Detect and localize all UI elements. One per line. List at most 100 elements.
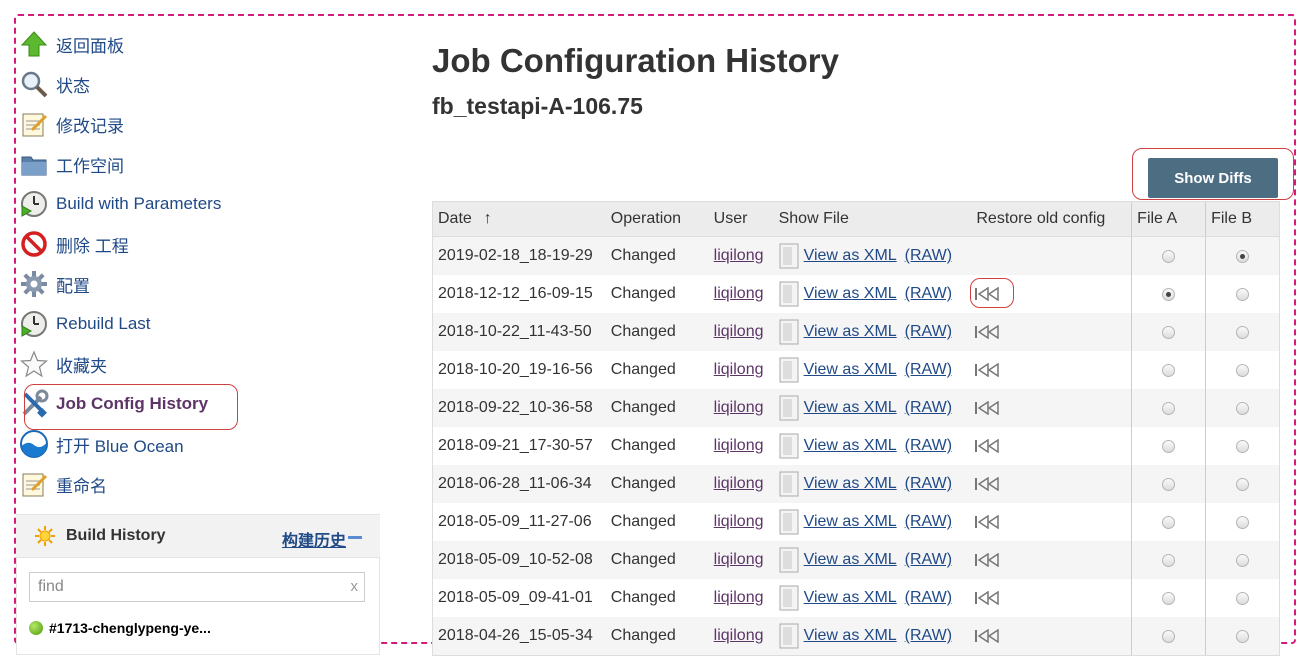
file-b-radio[interactable] <box>1236 439 1250 453</box>
user-link[interactable]: liqilong <box>714 247 764 265</box>
restore-icon[interactable] <box>974 591 1000 605</box>
raw-link[interactable]: (RAW) <box>905 475 952 493</box>
raw-link[interactable]: (RAW) <box>905 247 952 265</box>
sidebar-item-5[interactable]: 删除 工程 <box>18 224 129 264</box>
view-as-xml-link[interactable]: View as XML <box>804 323 897 341</box>
view-as-xml-link[interactable]: View as XML <box>804 437 897 455</box>
user-link[interactable]: liqilong <box>714 437 764 455</box>
user-link[interactable]: liqilong <box>714 285 764 303</box>
file-b-radio[interactable] <box>1236 629 1250 643</box>
file-a-radio[interactable] <box>1162 363 1176 377</box>
restore-icon[interactable] <box>974 363 1000 377</box>
file-b-radio[interactable] <box>1236 515 1250 529</box>
sidebar-item-label[interactable]: Build with Parameters <box>56 194 221 214</box>
row-file-b-cell <box>1205 351 1279 389</box>
col-user-header[interactable]: User <box>709 202 774 236</box>
file-a-radio[interactable] <box>1162 287 1176 301</box>
raw-link[interactable]: (RAW) <box>905 551 952 569</box>
raw-link[interactable]: (RAW) <box>905 399 952 417</box>
sidebar-item-7[interactable]: Rebuild Last <box>18 304 151 344</box>
sidebar-item-4[interactable]: Build with Parameters <box>18 184 221 224</box>
sort-asc-icon[interactable]: ↑ <box>484 210 492 228</box>
user-link[interactable]: liqilong <box>714 475 764 493</box>
user-link[interactable]: liqilong <box>714 399 764 417</box>
restore-icon[interactable] <box>974 439 1000 453</box>
sidebar-item-label[interactable]: 状态 <box>56 72 90 97</box>
sidebar-item-label[interactable]: 配置 <box>56 272 90 297</box>
user-link[interactable]: liqilong <box>714 589 764 607</box>
build-name[interactable]: #1713-chenglypeng-ye... <box>49 620 211 636</box>
sidebar-item-label[interactable]: 工作空间 <box>56 152 124 177</box>
file-a-radio[interactable] <box>1162 439 1176 453</box>
user-link[interactable]: liqilong <box>714 551 764 569</box>
restore-icon[interactable] <box>974 325 1000 339</box>
view-as-xml-link[interactable]: View as XML <box>804 399 897 417</box>
sidebar-item-label[interactable]: 返回面板 <box>56 32 124 57</box>
user-link[interactable]: liqilong <box>714 323 764 341</box>
file-b-radio[interactable] <box>1236 477 1250 491</box>
file-a-radio[interactable] <box>1162 477 1176 491</box>
user-link[interactable]: liqilong <box>714 513 764 531</box>
file-b-radio[interactable] <box>1236 287 1250 301</box>
file-b-radio[interactable] <box>1236 249 1250 263</box>
file-a-radio[interactable] <box>1162 553 1176 567</box>
view-as-xml-link[interactable]: View as XML <box>804 589 897 607</box>
raw-link[interactable]: (RAW) <box>905 589 952 607</box>
file-a-radio[interactable] <box>1162 591 1176 605</box>
view-as-xml-link[interactable]: View as XML <box>804 475 897 493</box>
row-operation: Changed <box>610 399 676 416</box>
restore-icon[interactable] <box>974 401 1000 415</box>
show-diffs-button[interactable]: Show Diffs <box>1148 158 1278 198</box>
sidebar-item-11[interactable]: 重命名 <box>18 464 107 504</box>
view-as-xml-link[interactable]: View as XML <box>804 285 897 303</box>
file-b-radio[interactable] <box>1236 591 1250 605</box>
view-as-xml-link[interactable]: View as XML <box>804 627 897 645</box>
build-history-item[interactable]: #1713-chenglypeng-ye... <box>29 620 211 636</box>
sidebar-item-label[interactable]: 重命名 <box>56 472 107 497</box>
file-a-radio[interactable] <box>1162 249 1176 263</box>
file-b-radio[interactable] <box>1236 363 1250 377</box>
view-as-xml-link[interactable]: View as XML <box>804 551 897 569</box>
sidebar-item-1[interactable]: 状态 <box>18 64 90 104</box>
file-a-radio[interactable] <box>1162 629 1176 643</box>
file-a-radio[interactable] <box>1162 325 1176 339</box>
raw-link[interactable]: (RAW) <box>905 437 952 455</box>
raw-link[interactable]: (RAW) <box>905 627 952 645</box>
clear-search-icon[interactable]: x <box>351 578 359 595</box>
user-link[interactable]: liqilong <box>714 361 764 379</box>
sidebar-item-3[interactable]: 工作空间 <box>18 144 124 184</box>
build-history-trend-link[interactable]: 构建历史 <box>282 527 346 551</box>
raw-link[interactable]: (RAW) <box>905 513 952 531</box>
file-b-radio[interactable] <box>1236 401 1250 415</box>
sidebar-item-label[interactable]: 删除 工程 <box>56 232 129 257</box>
view-as-xml-link[interactable]: View as XML <box>804 247 897 265</box>
build-search-input[interactable]: find x <box>29 572 365 602</box>
file-b-radio[interactable] <box>1236 553 1250 567</box>
row-file-b-cell <box>1205 503 1279 541</box>
collapse-icon[interactable] <box>348 536 362 539</box>
file-a-radio[interactable] <box>1162 401 1176 415</box>
sidebar-item-label[interactable]: 修改记录 <box>56 112 124 137</box>
view-as-xml-link[interactable]: View as XML <box>804 513 897 531</box>
restore-icon[interactable] <box>974 629 1000 643</box>
file-a-radio[interactable] <box>1162 515 1176 529</box>
sidebar-item-0[interactable]: 返回面板 <box>18 24 124 64</box>
raw-link[interactable]: (RAW) <box>905 285 952 303</box>
sidebar-item-6[interactable]: 配置 <box>18 264 90 304</box>
col-operation-header[interactable]: Operation <box>606 202 709 236</box>
sidebar-item-label[interactable]: Rebuild Last <box>56 314 151 334</box>
raw-link[interactable]: (RAW) <box>905 361 952 379</box>
sidebar-item-label[interactable]: 打开 Blue Ocean <box>56 432 184 457</box>
file-b-radio[interactable] <box>1236 325 1250 339</box>
sidebar-item-8[interactable]: 收藏夹 <box>18 344 107 384</box>
restore-icon[interactable] <box>974 553 1000 567</box>
sidebar-item-10[interactable]: 打开 Blue Ocean <box>18 424 184 464</box>
restore-icon[interactable] <box>974 515 1000 529</box>
sidebar-item-label[interactable]: 收藏夹 <box>56 352 107 377</box>
view-as-xml-link[interactable]: View as XML <box>804 361 897 379</box>
col-date-header[interactable]: Date ↑ <box>433 202 606 236</box>
sidebar-item-2[interactable]: 修改记录 <box>18 104 124 144</box>
restore-icon[interactable] <box>974 477 1000 491</box>
raw-link[interactable]: (RAW) <box>905 323 952 341</box>
user-link[interactable]: liqilong <box>714 627 764 645</box>
